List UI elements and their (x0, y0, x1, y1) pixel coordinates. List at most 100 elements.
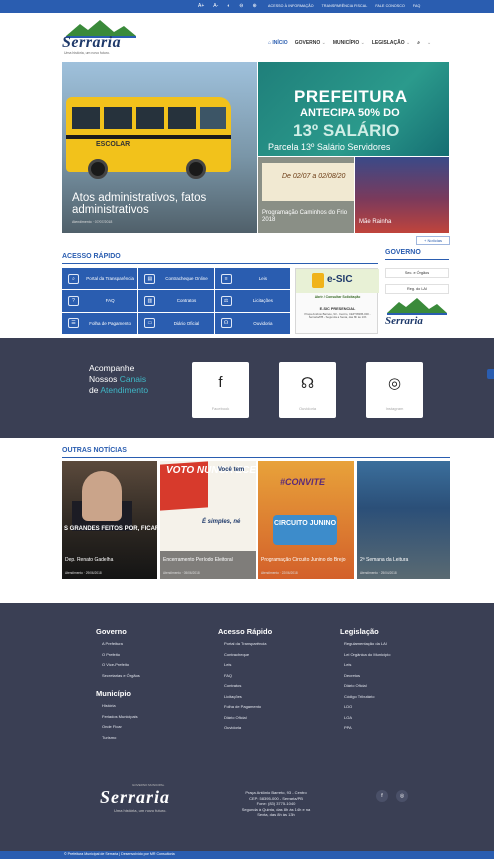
tile-portal-transparencia[interactable]: ⌕ Portal da Transparência (62, 268, 138, 290)
news-meta: Atendimento · 29/06/2018 (65, 571, 102, 575)
nav-municipio-label: MUNICÍPIO (332, 40, 360, 46)
footer-link[interactable]: LDO (340, 704, 390, 715)
footer-link[interactable]: Licitações (218, 694, 272, 705)
governo-link-secretarias[interactable]: Sec. e Órgãos (385, 268, 449, 278)
hero-small-news-1[interactable]: De 02/07 a 02/08/20 Programação Caminhos… (258, 157, 354, 233)
facebook-card[interactable]: f Facebook (192, 362, 249, 418)
facebook-icon[interactable]: f (376, 790, 388, 802)
footer-link[interactable]: Diário Oficial (340, 683, 390, 694)
footer-municipio-title: Município (96, 689, 131, 698)
footer-logo-name: Serraria (100, 787, 171, 807)
voce-text: Você tem (218, 467, 245, 473)
tile-contratos[interactable]: ▥ Contratos (138, 290, 214, 312)
ouvidoria-card[interactable]: ☊ Ouvidoria (279, 362, 336, 418)
footer-col-acesso: Acesso Rápido Portal da Transparência Co… (218, 627, 272, 736)
esic-banner[interactable]: e-SIC Abrir / Consultar Solicitação E-SI… (295, 268, 379, 334)
top-link-fale-conosco[interactable]: FALE CONOSCO (375, 4, 405, 8)
chevron-down-icon: ⌄ (406, 40, 411, 46)
footer-address: Praça Antônio Barreto, 93 - Centro CEP: … (224, 790, 328, 818)
acesso-rapido-divider (62, 263, 378, 264)
footer-link[interactable]: Código Tributário (340, 694, 390, 705)
logo-tagline: Uma história, um novo futuro. (64, 51, 110, 55)
footer-link[interactable]: Contratos (218, 683, 272, 694)
hero-small-news-2[interactable]: Mãe Rainha (355, 157, 449, 233)
footer-link[interactable]: Turismo (96, 735, 140, 746)
nav-governo[interactable]: GOVERNO ⌄ (295, 40, 326, 46)
footer-link[interactable]: Ouvidoria (218, 725, 272, 736)
event-dates: De 02/07 a 02/08/20 (282, 173, 346, 180)
esic-subtitle: Abrir / Consultar Solicitação (314, 295, 361, 299)
footer-link[interactable]: Onde Ficar (96, 724, 140, 735)
tile-folha-pagamento[interactable]: ☰ Folha de Pagamento (62, 312, 138, 334)
quick-access-grid: ⌕ Portal da Transparência ▤ Contracheque O… (62, 268, 290, 334)
governo-link-lai[interactable]: Reg. do LAI (385, 284, 449, 294)
site-footer: Governo A Prefeitura O Prefeito O Vice-P… (0, 603, 494, 859)
font-increase-button[interactable]: A+ (198, 3, 204, 9)
nav-home-label: INÍCIO (272, 40, 288, 46)
footer-link[interactable]: Secretarias e Órgãos (96, 673, 140, 684)
more-news-button[interactable]: + Notícias (416, 236, 450, 245)
nav-municipio[interactable]: MUNICÍPIO ⌄ (333, 40, 365, 46)
tile-faq[interactable]: ? FAQ (62, 290, 138, 312)
hero-small-1-caption: Programação Caminhos do Frio 2018 (262, 210, 348, 223)
tile-licitacoes[interactable]: ⚖ Licitações (214, 290, 290, 312)
tile-ouvidoria[interactable]: ☊ Ouvidoria (214, 312, 290, 334)
gavel-icon: ⚖ (220, 295, 232, 306)
footer-link[interactable]: Diário Oficial (218, 715, 272, 726)
zoom-out-button[interactable]: ⊖ (239, 3, 243, 9)
nav-home[interactable]: ⌂ INÍCIO (268, 40, 288, 46)
news-card-1[interactable]: S GRANDES FEITOS POR, FICARÃO NA HISTÓRI… (62, 461, 157, 579)
follow-line-3b: Atendimento (100, 385, 149, 395)
footer-logo: GOVERNO MUNICIPAL Serraria Uma história,… (100, 783, 170, 813)
side-tab-button[interactable] (487, 369, 494, 379)
footer-link[interactable]: PPA (340, 725, 390, 736)
tile-label: FAQ (105, 298, 115, 304)
hero-main-news[interactable]: ESCOLAR Atos administrativos, fatos admi… (62, 62, 257, 233)
search-icon[interactable]: ⌕ (417, 40, 420, 46)
tile-contracheque[interactable]: ▤ Contracheque Online (138, 268, 214, 290)
instagram-icon[interactable]: ◎ (396, 790, 408, 802)
info-icon (312, 273, 324, 288)
payroll-icon: ☰ (68, 318, 79, 329)
footer-link[interactable]: Portal da Transparência (218, 641, 272, 652)
news-card-4[interactable]: 2ª Semana da Leitura Atendimento · 25/04… (357, 461, 450, 579)
payslip-icon: ▤ (144, 273, 156, 284)
convite-text: #CONVITE (280, 477, 326, 487)
hero-promo-news[interactable]: PREFEITURA ANTECIPA 50% DO 13º SALÁRIO P… (258, 62, 449, 156)
font-decrease-button[interactable]: A- (213, 3, 218, 9)
footer-link[interactable]: A Prefeitura (96, 641, 140, 652)
zoom-in-button[interactable]: ⊕ (253, 3, 257, 9)
footer-link[interactable]: O Prefeito (96, 652, 140, 663)
promo-caption: Parcela 13º Salário Servidores (268, 142, 391, 152)
footer-link[interactable]: FAQ (218, 673, 272, 684)
news-card-3[interactable]: #CONVITE CIRCUITO JUNINO Programação Cir… (258, 461, 354, 579)
news-card-2[interactable]: VOTO NUNCA ECE Você tem É simples, né En… (160, 461, 256, 579)
footer-link[interactable]: Contracheque (218, 652, 272, 663)
footer-link[interactable]: Folha de Pagamento (218, 704, 272, 715)
footer-link[interactable]: Leis (218, 662, 272, 673)
contrast-button[interactable]: ◐ (227, 3, 230, 9)
footer-link[interactable]: Feriados Municipais (96, 714, 140, 725)
footer-link[interactable]: Regulamentação da LAI (340, 641, 390, 652)
footer-link[interactable]: Decretos (340, 673, 390, 684)
follow-line-1: Acompanhe (89, 363, 135, 373)
more-icon[interactable]: ⌄ (427, 40, 431, 46)
top-link-faq[interactable]: FAQ (413, 4, 421, 8)
instagram-card[interactable]: ◎ Instagram (366, 362, 423, 418)
esic-presencial: E-SIC PRESENCIAL (319, 307, 356, 311)
footer-link[interactable]: Leis (340, 662, 390, 673)
top-link-transparencia[interactable]: TRANSPARÊNCIA FISCAL (322, 4, 368, 8)
news-overlay-text: S GRANDES FEITOS POR, FICARÃO NA HISTÓRI… (64, 526, 157, 532)
top-link-acesso-informacao[interactable]: ACESSO À INFORMAÇÃO (268, 4, 314, 8)
footer-governo-title: Governo (96, 627, 127, 636)
footer-link[interactable]: Lei Orgânica do Município (340, 652, 390, 663)
bus-label: ESCOLAR (96, 141, 131, 148)
footer-link[interactable]: LOA (340, 715, 390, 726)
footer-link[interactable]: O Vice-Prefeito (96, 662, 140, 673)
site-logo[interactable]: Serraria Uma história, um novo futuro. (62, 18, 142, 56)
tile-leis[interactable]: ≡ Leis (214, 268, 290, 290)
footer-link[interactable]: História (96, 703, 140, 714)
news-meta: Atendimento · 25/04/2018 (360, 571, 397, 575)
tile-diario-oficial[interactable]: ▭ Diário Oficial (138, 312, 214, 334)
nav-legislacao[interactable]: LEGISLAÇÃO ⌄ (372, 40, 410, 46)
